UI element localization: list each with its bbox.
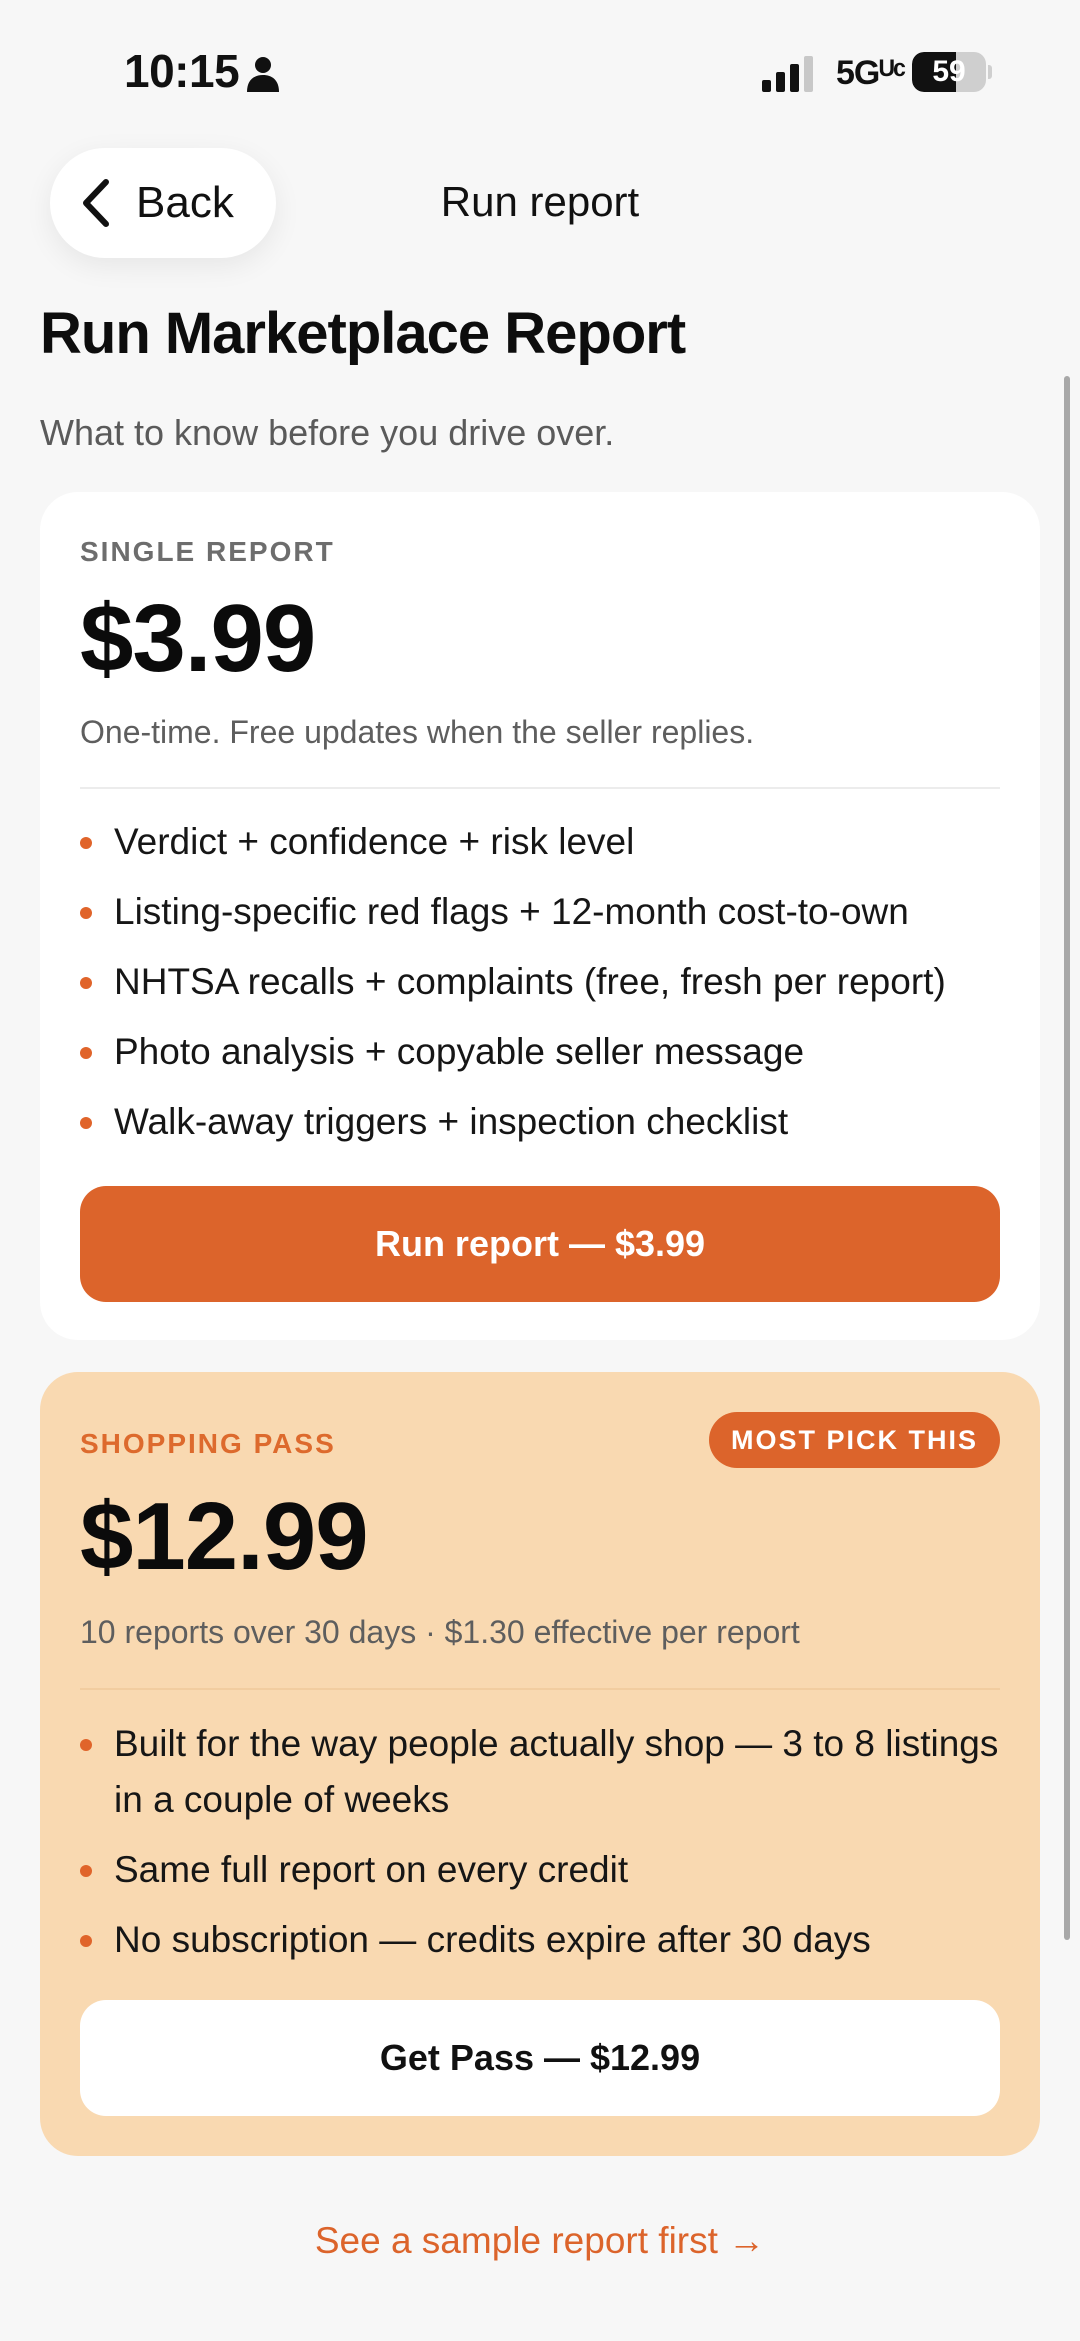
nav-title: Run report: [440, 178, 640, 225]
price: $3.99: [80, 585, 316, 692]
battery-icon: 59: [912, 52, 992, 92]
battery-percentage: 59: [932, 55, 966, 88]
page-subtitle: What to know before you drive over.: [40, 412, 615, 453]
status-time: 10:15: [124, 45, 240, 97]
plan-label: SINGLE REPORT: [80, 536, 335, 567]
plan-label: SHOPPING PASS: [80, 1428, 336, 1459]
cellular-signal-icon: [762, 56, 813, 92]
feature-list: Built for the way people actually shop —…: [80, 1716, 1000, 1982]
run-report-button[interactable]: Run report — $3.99: [80, 1186, 1000, 1302]
divider: [80, 787, 1000, 789]
feature-item: Verdict + confidence + risk level: [80, 814, 1000, 870]
feature-item: Listing-specific red flags + 12-month co…: [80, 884, 1000, 940]
feature-item: Photo analysis + copyable seller message: [80, 1024, 1000, 1080]
most-pick-badge: MOST PICK THIS: [708, 1412, 1000, 1468]
scrollbar[interactable]: [1064, 376, 1070, 1940]
status-bar: 10:15 5Gᵁᶜ 59: [0, 0, 1080, 140]
network-type-label: 5Gᵁᶜ: [836, 54, 906, 92]
feature-item: Walk-away triggers + inspection checklis…: [80, 1094, 1000, 1150]
person-icon: [247, 57, 279, 92]
get-pass-button[interactable]: Get Pass — $12.99: [80, 2000, 1000, 2116]
feature-item: Built for the way people actually shop —…: [80, 1716, 1000, 1828]
divider: [80, 1688, 1000, 1690]
shopping-pass-card: SHOPPING PASS MOST PICK THIS $12.99 10 r…: [40, 1372, 1040, 2156]
price-note: One-time. Free updates when the seller r…: [80, 714, 755, 750]
single-report-card: SINGLE REPORT $3.99 One-time. Free updat…: [40, 492, 1040, 1340]
feature-item: NHTSA recalls + complaints (free, fresh …: [80, 954, 1000, 1010]
feature-list: Verdict + confidence + risk level Listin…: [80, 814, 1000, 1164]
sample-report-link[interactable]: See a sample report first →: [0, 2220, 1080, 2262]
price: $12.99: [80, 1483, 369, 1590]
price-note: 10 reports over 30 days · $1.30 effectiv…: [80, 1614, 800, 1650]
feature-item: Same full report on every credit: [80, 1842, 1000, 1898]
page-title: Run Marketplace Report: [40, 301, 686, 366]
feature-item: No subscription — credits expire after 3…: [80, 1912, 1000, 1968]
